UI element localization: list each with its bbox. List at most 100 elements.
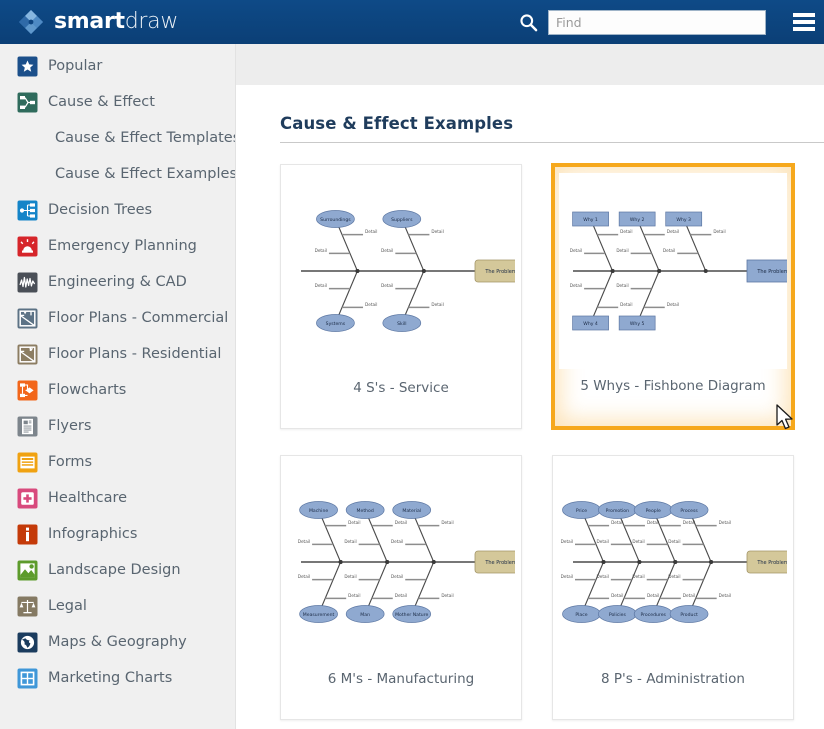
sidebar-item-flyers[interactable]: Flyers — [0, 408, 235, 444]
svg-text:Detail: Detail — [668, 574, 680, 579]
svg-text:Detail: Detail — [315, 283, 327, 288]
sidebar-item-label: Floor Plans - Commercial — [48, 309, 229, 326]
svg-text:Surroundings: Surroundings — [320, 216, 351, 222]
svg-text:Measurement: Measurement — [303, 611, 335, 617]
sidebar-item-cause-effect[interactable]: Cause & Effect — [0, 84, 235, 120]
svg-text:Detail: Detail — [441, 592, 453, 597]
svg-text:Process: Process — [680, 507, 698, 513]
grid-chart-icon — [17, 668, 38, 688]
svg-text:Detail: Detail — [395, 520, 407, 525]
svg-text:Machine: Machine — [309, 507, 328, 513]
svg-text:Detail: Detail — [344, 538, 356, 543]
sidebar-item-landscape-design[interactable]: Landscape Design — [0, 552, 235, 588]
fishbone-diagram-thumbnail: Detail Detail Why 1 Detail Detail Why 2 Detail… — [559, 172, 787, 369]
main-content-area: Cause & Effect Examples Detail Detail Surr… — [236, 44, 824, 729]
template-card-label: 8 P's - Administration — [600, 671, 745, 687]
sidebar-item-maps-geography[interactable]: Maps & Geography — [0, 624, 235, 660]
smartdraw-logo[interactable]: smartdraw — [18, 9, 178, 35]
sidebar-item-infographics[interactable]: Infographics — [0, 516, 235, 552]
sidebar-item-label: Decision Trees — [48, 201, 153, 218]
sidebar-item-emergency-planning[interactable]: Emergency Planning — [0, 228, 235, 264]
sidebar-item-label: Engineering & CAD — [48, 273, 187, 290]
svg-text:Detail: Detail — [365, 301, 377, 306]
sidebar-item-marketing-charts[interactable]: Marketing Charts — [0, 660, 235, 696]
template-thumbnail: Detail Detail Why 1 Detail Detail Why 2 Detail… — [555, 167, 791, 374]
template-card-4-s-s-service[interactable]: Detail Detail Surroundings Detail Detail Supp… — [280, 164, 522, 429]
svg-text:Detail: Detail — [620, 229, 632, 234]
search-icon[interactable] — [519, 13, 538, 32]
svg-text:Detail: Detail — [597, 574, 609, 579]
template-card-8-p-s-administration[interactable]: Detail Detail Price Detail Detail Promotion De… — [552, 455, 794, 720]
scales-of-justice-icon — [17, 596, 38, 616]
svg-text:The Problem: The Problem — [484, 560, 515, 566]
sidebar-subitem-label: Cause & Effect Templates — [55, 129, 236, 146]
svg-text:Detail: Detail — [381, 247, 393, 252]
template-card-grid: Detail Detail Surroundings Detail Detail Supp… — [280, 164, 824, 720]
svg-text:Detail: Detail — [391, 574, 403, 579]
hamburger-bar — [793, 27, 815, 31]
svg-text:Detail: Detail — [632, 574, 644, 579]
svg-text:Systems: Systems — [326, 320, 346, 326]
svg-text:Detail: Detail — [365, 229, 377, 234]
sidebar-item-label: Forms — [48, 453, 93, 470]
sidebar-item-label: Popular — [48, 57, 103, 74]
sidebar-item-label: Maps & Geography — [48, 633, 187, 650]
sidebar-item-popular[interactable]: Popular — [0, 48, 235, 84]
floorplan-commercial-icon — [17, 308, 38, 328]
template-card-label: 4 S's - Service — [353, 380, 449, 396]
smartdraw-diamond-logo-icon — [19, 10, 43, 34]
template-thumbnail: Detail Detail Price Detail Detail Promotion De… — [553, 456, 793, 667]
hamburger-menu-icon[interactable] — [793, 13, 815, 31]
svg-text:Detail: Detail — [663, 247, 675, 252]
sidebar-subitem-cause-effect-examples[interactable]: Cause & Effect Examples — [0, 156, 235, 192]
svg-text:Detail: Detail — [441, 520, 453, 525]
sidebar-item-decision-trees[interactable]: Decision Trees — [0, 192, 235, 228]
sidebar-item-floor-plans-residential[interactable]: Floor Plans - Residential — [0, 336, 235, 372]
svg-text:Detail: Detail — [683, 592, 695, 597]
svg-text:Detail: Detail — [348, 520, 360, 525]
cause-effect-icon — [17, 92, 38, 112]
sidebar-item-floor-plans-commercial[interactable]: Floor Plans - Commercial — [0, 300, 235, 336]
search-input[interactable] — [548, 10, 766, 35]
svg-text:Detail: Detail — [431, 229, 443, 234]
top-header-bar: smartdraw — [0, 0, 824, 44]
sidebar-item-engineering-cad[interactable]: Engineering & CAD — [0, 264, 235, 300]
svg-text:Why 5: Why 5 — [630, 320, 645, 326]
sidebar-item-label: Legal — [48, 597, 87, 614]
fishbone-diagram-thumbnail: Detail Detail Surroundings Detail Detail Supp… — [287, 172, 515, 369]
waveform-icon — [17, 272, 38, 292]
sidebar-item-healthcare[interactable]: Healthcare — [0, 480, 235, 516]
svg-text:Mother Nature: Mother Nature — [395, 611, 428, 617]
template-card-6-m-s-manufacturing[interactable]: Detail Detail Machine Detail Detail Method Det… — [280, 455, 522, 720]
svg-text:People: People — [646, 507, 661, 513]
medical-cross-icon — [17, 488, 38, 508]
sidebar-item-label: Floor Plans - Residential — [48, 345, 222, 362]
svg-text:Detail: Detail — [611, 592, 623, 597]
sidebar-item-flowcharts[interactable]: Flowcharts — [0, 372, 235, 408]
svg-text:Detail: Detail — [667, 229, 679, 234]
template-card-label: 6 M's - Manufacturing — [327, 671, 475, 687]
sidebar-item-legal[interactable]: Legal — [0, 588, 235, 624]
sidebar-subitem-cause-effect-templates[interactable]: Cause & Effect Templates — [0, 120, 235, 156]
svg-text:Why 2: Why 2 — [630, 216, 645, 222]
svg-text:Detail: Detail — [298, 574, 310, 579]
globe-icon — [17, 632, 38, 652]
hamburger-bar — [793, 20, 815, 24]
svg-text:Detail: Detail — [561, 538, 573, 543]
svg-text:The Problem: The Problem — [756, 269, 787, 275]
svg-text:Skill: Skill — [397, 320, 406, 326]
sidebar-item-label: Flyers — [48, 417, 92, 434]
logo-text-light: draw — [124, 9, 179, 34]
sidebar-item-forms[interactable]: Forms — [0, 444, 235, 480]
svg-text:Suppliers: Suppliers — [391, 216, 413, 222]
sidebar-item-label: Landscape Design — [48, 561, 181, 578]
svg-text:Detail: Detail — [561, 574, 573, 579]
template-card-5-whys-fishbone-diagram[interactable]: Detail Detail Why 1 Detail Detail Why 2 Detail… — [552, 164, 794, 429]
svg-text:Detail: Detail — [597, 538, 609, 543]
svg-text:Why 1: Why 1 — [583, 216, 598, 222]
svg-text:Detail: Detail — [395, 592, 407, 597]
svg-text:Detail: Detail — [647, 592, 659, 597]
svg-text:Procedures: Procedures — [640, 611, 666, 617]
landscape-icon — [17, 560, 38, 580]
svg-text:Why 4: Why 4 — [583, 320, 598, 326]
